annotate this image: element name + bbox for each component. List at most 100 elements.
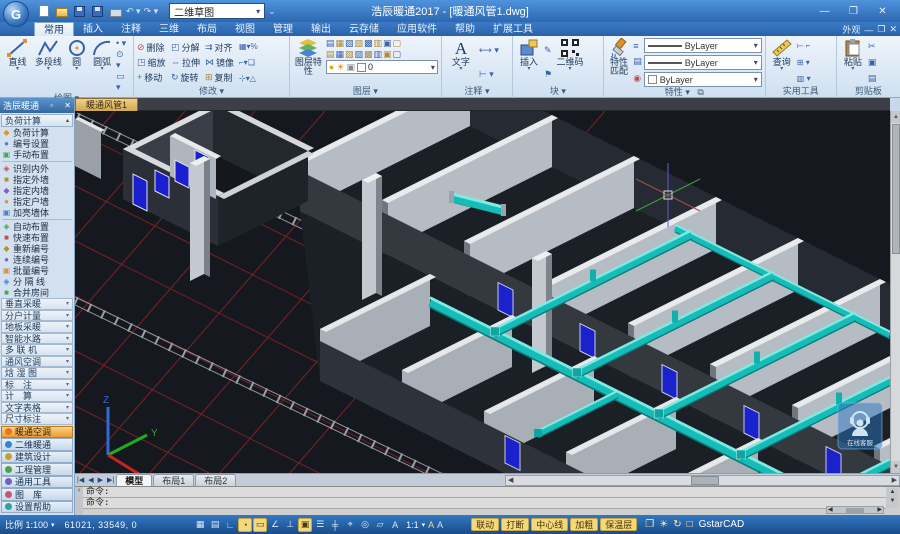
command-window[interactable]: ‹ 命令: 命令: ▲ ▼ ◀ ▶: [75, 486, 900, 516]
ribbon-tab-扩展工具[interactable]: 扩展工具: [484, 22, 542, 36]
group-label-utilities[interactable]: 实用工具: [766, 86, 836, 98]
group-label-annotate[interactable]: 注释 ▾: [442, 86, 512, 98]
perpendicular-snap-icon[interactable]: ⊥: [283, 518, 297, 532]
app-logo-icon[interactable]: G: [3, 1, 29, 27]
snap-3d-icon[interactable]: ▣: [298, 517, 313, 532]
ribbon-tab-注释[interactable]: 注释: [112, 22, 150, 36]
command-scroll-spinner[interactable]: ▲ ▼: [886, 488, 899, 508]
sidebar-module-设置帮助[interactable]: 设置帮助: [1, 500, 73, 513]
tab-layout2[interactable]: 布局2: [195, 474, 237, 486]
new-file-icon[interactable]: [36, 4, 51, 19]
modify-button-7[interactable]: + 移动: [137, 71, 169, 84]
scroll-down-arrow[interactable]: ▼: [891, 461, 900, 473]
doc-close-button[interactable]: ✕: [889, 24, 897, 35]
copy-clip-icon[interactable]: ▣: [868, 57, 877, 68]
layer-tool-icon[interactable]: ▥: [374, 49, 383, 59]
modify-button-2[interactable]: ◰ 分解: [171, 41, 203, 54]
clipboard-icons-column[interactable]: ✂ ▣ ▤: [868, 38, 877, 86]
leader-icon[interactable]: ⊢ ▾: [479, 69, 499, 80]
cad-viewport[interactable]: Z Y X 在线客服: [75, 111, 890, 473]
last-tab-icon[interactable]: ▶|: [105, 476, 116, 484]
clean-screen-icon[interactable]: ❐: [645, 519, 654, 530]
ribbon-tab-插入[interactable]: 插入: [74, 22, 112, 36]
dynamic-input-icon[interactable]: ⌖: [343, 518, 357, 532]
copy-base-icon[interactable]: ▤: [868, 73, 877, 84]
open-file-icon[interactable]: [54, 4, 69, 19]
layer-tools-row-1[interactable]: ▤ ▦ ▧ ▨ ▩ ▥ ▣ ▢: [326, 38, 438, 48]
quick-view-icon[interactable]: ◎: [358, 518, 372, 532]
ribbon-tab-布局[interactable]: 布局: [188, 22, 226, 36]
save-icon[interactable]: [72, 4, 87, 19]
drawing-area[interactable]: 暖通风管1 Z Y 在线客服: [75, 98, 890, 473]
scroll-left-arrow[interactable]: ◀: [508, 476, 513, 485]
layer-properties-button[interactable]: 图层特性: [293, 38, 324, 86]
modify-button-9[interactable]: ⊞ 复制: [205, 71, 237, 84]
modify-button-6[interactable]: ⋈ 镜像: [205, 56, 237, 69]
layer-combo[interactable]: ● ☀ ▣ 0 ▾: [325, 60, 438, 74]
modify-button-4[interactable]: ◳ 缩放: [137, 56, 169, 69]
workspace-combo[interactable]: 二维草图 ▾: [169, 3, 266, 19]
layer-tool-icon[interactable]: ▧: [345, 49, 354, 59]
layer-tool-icon[interactable]: ▥: [374, 38, 383, 48]
horizontal-scrollbar[interactable]: ◀ ▶: [505, 474, 900, 486]
group-label-modify[interactable]: 修改 ▾: [134, 86, 289, 98]
toggle-打断[interactable]: 打断: [501, 518, 530, 531]
ribbon-tab-管理[interactable]: 管理: [264, 22, 302, 36]
layer-tool-icon[interactable]: ▢: [393, 38, 402, 48]
print-icon[interactable]: [108, 4, 123, 19]
lineweight-icon[interactable]: ☰: [313, 518, 327, 532]
grid-display-icon[interactable]: ▤: [208, 518, 222, 532]
color-combo[interactable]: ByLayer ▾: [643, 72, 762, 87]
file-tab[interactable]: 暖通风管1: [75, 98, 139, 111]
appearance-menu[interactable]: 外观: [842, 23, 860, 36]
sidebar-item-手动布置[interactable]: ▣ 手动布置: [0, 149, 74, 160]
modify-button-3[interactable]: ⇉ 对齐: [205, 41, 237, 54]
ribbon-tab-帮助[interactable]: 帮助: [446, 22, 484, 36]
text-button[interactable]: A 文字 ▾: [445, 38, 477, 86]
support-badge[interactable]: 在线客服: [837, 402, 883, 450]
palette-title-bar[interactable]: 浩辰暖通 ▫ ✕: [0, 98, 74, 113]
layer-tool-icon[interactable]: ▣: [383, 49, 392, 59]
customize-qat-icon[interactable]: ⌄: [268, 6, 276, 17]
doc-minimize-button[interactable]: —: [864, 25, 873, 35]
sidebar-module-图库[interactable]: 图 库: [1, 488, 73, 501]
ribbon-tab-输出[interactable]: 输出: [302, 22, 340, 36]
cut-icon[interactable]: ✂: [868, 41, 877, 52]
sidebar-module-工程管理[interactable]: 工程管理: [1, 463, 73, 476]
prev-tab-icon[interactable]: ◀: [86, 476, 95, 484]
lineweight-combo[interactable]: ByLayer ▾: [643, 38, 762, 53]
xline-icon[interactable]: ╪: [328, 518, 342, 532]
ribbon-tab-视图[interactable]: 视图: [226, 22, 264, 36]
layer-tool-icon[interactable]: ▩: [364, 38, 373, 48]
utility-icons-column[interactable]: ⟝ ⌐ ⊞ ▾ ▥ ▾: [797, 38, 811, 86]
command-window-rail[interactable]: ‹: [75, 487, 83, 516]
annotation-visibility-icon[interactable]: A: [428, 520, 434, 530]
sync-icon[interactable]: ↻: [673, 519, 681, 530]
properties-icons-column[interactable]: ≡ ▤ ◉: [633, 38, 642, 87]
attribute-icon[interactable]: ⚑: [544, 69, 552, 80]
scale-control[interactable]: 比例 1:100 ▾: [5, 518, 55, 531]
toggle-保温层[interactable]: 保温层: [600, 518, 638, 531]
vertical-scrollbar[interactable]: ▲ ▼: [890, 111, 900, 473]
block-tools-column[interactable]: ✎ ⚑: [544, 38, 552, 86]
layer-tool-icon[interactable]: ▦: [335, 49, 344, 59]
donut-icon[interactable]: ⊙ ▾: [116, 49, 130, 71]
group-label-properties[interactable]: 特性 ▾ ⧉: [604, 87, 765, 98]
group-label-block[interactable]: 块 ▾: [513, 86, 603, 98]
trim-icon[interactable]: ⊹▾△: [239, 74, 258, 83]
next-tab-icon[interactable]: ▶: [96, 476, 105, 484]
calculator-icon[interactable]: ⊞ ▾: [797, 58, 811, 67]
layer-tool-icon[interactable]: ▨: [354, 38, 363, 48]
rectangle-icon[interactable]: ▭ ▾: [116, 71, 130, 93]
modify-button-5[interactable]: ⇔ 拉伸: [171, 56, 203, 69]
close-icon[interactable]: ✕: [64, 101, 71, 110]
workspace-icon[interactable]: ▱: [373, 518, 387, 532]
minimize-button[interactable]: —: [811, 3, 838, 19]
array-icon[interactable]: ▦▾%: [239, 42, 258, 51]
paste-button[interactable]: 粘贴 ▾: [840, 38, 866, 86]
redo-icon[interactable]: ↷ ▾: [144, 6, 159, 17]
vertical-scroll-thumb[interactable]: [892, 124, 900, 254]
horizontal-scroll-thumb[interactable]: [691, 475, 719, 485]
group-label-clipboard[interactable]: 剪贴板: [837, 86, 900, 98]
ribbon-tab-应用软件[interactable]: 应用软件: [388, 22, 446, 36]
